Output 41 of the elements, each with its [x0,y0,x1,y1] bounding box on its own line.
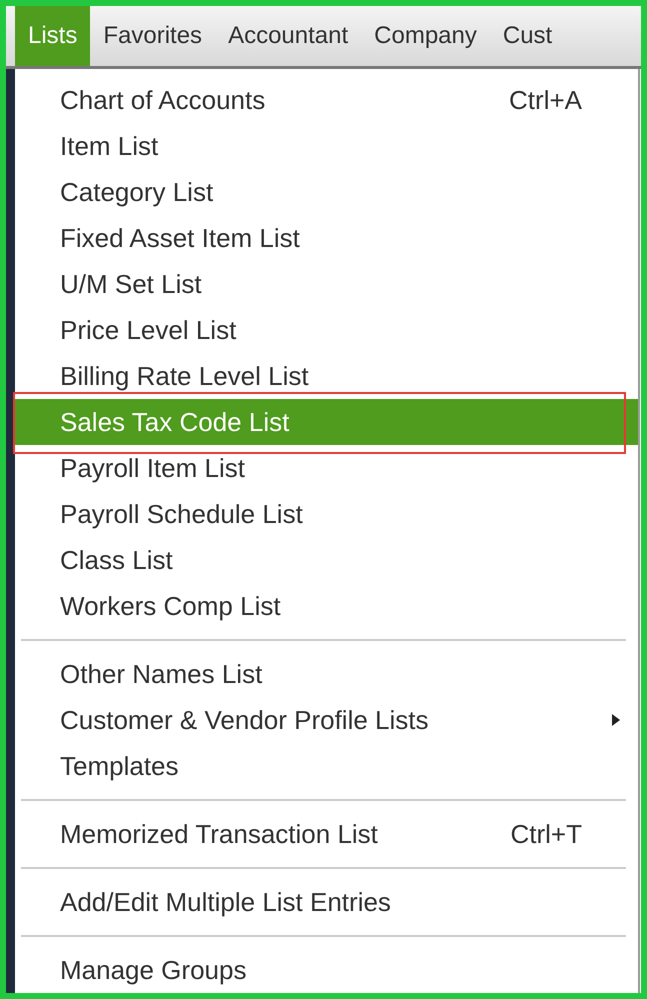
menu-item[interactable]: Payroll Item List [15,445,638,491]
menu-item[interactable]: Customer & Vendor Profile Lists [15,697,638,743]
menu-item[interactable]: Fixed Asset Item List [15,215,638,261]
menu-item[interactable]: Chart of Accounts Ctrl+A [15,77,638,123]
menu-item-label: Chart of Accounts [60,84,266,116]
menu-item[interactable]: Templates [15,743,638,789]
menu-bar-item[interactable]: Company [361,6,490,66]
menu-item-label: Manage Groups [60,954,246,986]
menu-item[interactable]: Price Level List [15,307,638,353]
menu-item[interactable]: U/M Set List [15,261,638,307]
menu-item[interactable]: Payroll Schedule List [15,491,638,537]
menu-item[interactable]: Class List [15,537,638,583]
menu-item[interactable]: Billing Rate Level List [15,353,638,399]
menu-item[interactable]: Item List [15,123,638,169]
menu-item-label: Templates [60,750,178,782]
menu-item-label: Class List [60,544,173,576]
menu-item-label: Fixed Asset Item List [60,222,300,254]
shortcut-label: Ctrl+A [509,84,582,116]
menu-item-label: Payroll Schedule List [60,498,303,530]
menu-item-label: Workers Comp List [60,590,281,622]
menu-item[interactable]: Other Names List [15,651,638,697]
menu-item-label: U/M Set List [60,268,202,300]
menu-item-label: Billing Rate Level List [60,360,309,392]
menu-item-label: Memorized Transaction List [60,818,378,850]
menu-item-label: Payroll Item List [60,452,245,484]
menu-item-label: Category List [60,176,214,208]
menu-item-label: Item List [60,130,158,162]
shortcut-label: Ctrl+T [510,818,582,850]
menu-item-label: Price Level List [60,314,236,346]
menu-item[interactable]: Add/Edit Multiple List Entries [15,879,638,925]
menu-item-label: Other Names List [60,658,262,690]
menu-item[interactable]: Memorized Transaction List Ctrl+T [15,811,638,857]
menu-item-label: Sales Tax Code List [60,406,290,438]
menu-bar-item[interactable]: Cust [490,6,566,66]
menu-item-label: Add/Edit Multiple List Entries [60,886,391,918]
menu-item[interactable]: Workers Comp List [15,583,638,629]
menu-item[interactable]: Manage Groups [15,947,638,993]
menu-item-label: Customer & Vendor Profile Lists [60,704,428,736]
menu-item[interactable]: Category List [15,169,638,215]
menu-bar-item[interactable]: Accountant [215,6,362,66]
menu-bar-item[interactable]: Favorites [90,6,216,66]
